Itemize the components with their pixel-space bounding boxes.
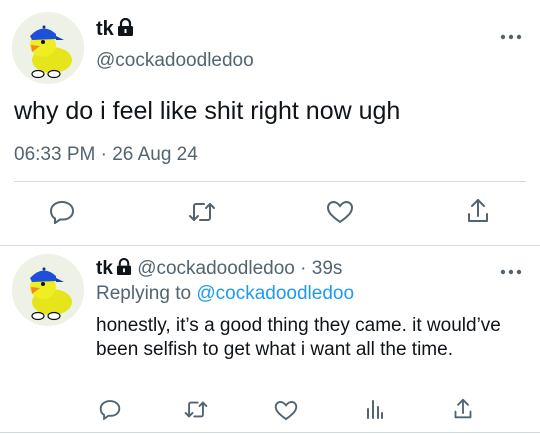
lock-icon (117, 17, 134, 43)
reply-icon[interactable] (99, 399, 121, 420)
like-icon[interactable] (326, 200, 354, 224)
divider (14, 181, 526, 182)
replying-handle-link[interactable]: @cockadoodledoo (196, 283, 354, 304)
reply-icon[interactable] (49, 200, 75, 224)
divider (0, 432, 540, 433)
retweet-icon[interactable] (183, 399, 209, 420)
tweet-text: why do i feel like shit right now ugh (14, 97, 401, 125)
more-options-icon[interactable] (500, 263, 522, 275)
duck-with-cap-avatar[interactable] (12, 254, 84, 326)
replying-to: Replying to @cockadoodledoo (96, 283, 354, 305)
main-tweet: tk @cockadoodledoo why do i feel like sh… (0, 0, 540, 246)
retweet-icon[interactable] (187, 200, 217, 224)
handle[interactable]: @cockadoodledoo (96, 50, 254, 72)
duck-with-cap-avatar[interactable] (12, 12, 84, 84)
tweet-timestamp[interactable]: 06:33 PM · 26 Aug 24 (14, 144, 198, 166)
replying-label: Replying to (96, 283, 192, 304)
display-name[interactable]: tk (96, 258, 113, 279)
lock-icon (116, 257, 132, 282)
separator: · (300, 258, 307, 279)
display-name-text[interactable]: tk (96, 18, 114, 40)
more-options-icon[interactable] (500, 28, 522, 40)
display-name[interactable]: tk (96, 17, 134, 43)
time-ago[interactable]: 39s (312, 258, 343, 279)
share-icon[interactable] (466, 198, 490, 224)
analytics-icon[interactable] (366, 399, 384, 419)
like-icon[interactable] (274, 400, 298, 421)
reply-text: honestly, it’s a good thing they came. i… (96, 315, 501, 360)
handle[interactable]: @cockadoodledoo (137, 258, 295, 279)
divider (0, 245, 540, 246)
reply-header: tk @cockadoodledoo · 39s (96, 257, 343, 282)
share-icon[interactable] (453, 398, 473, 420)
